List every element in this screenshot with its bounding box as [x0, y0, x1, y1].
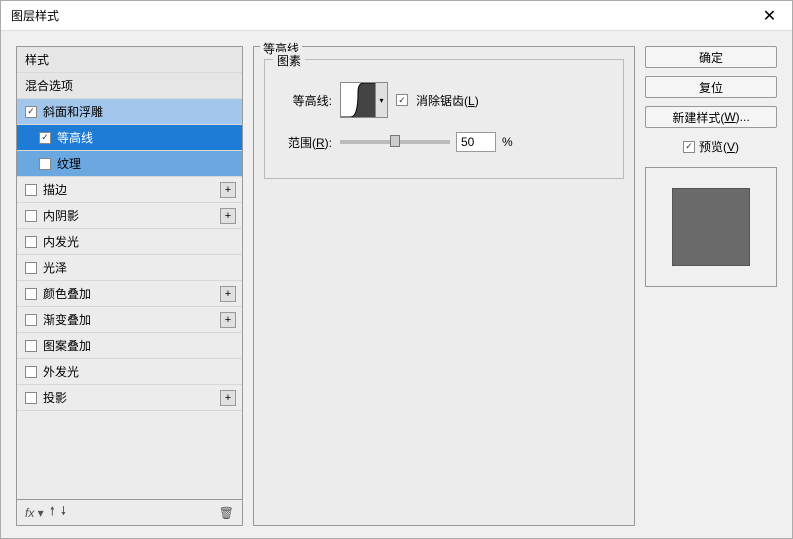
- bevel-label: 斜面和浮雕: [43, 103, 236, 120]
- close-button[interactable]: ✕: [747, 1, 792, 31]
- inner-shadow-label: 内阴影: [43, 207, 220, 224]
- range-input[interactable]: [456, 132, 496, 152]
- dialog-title: 图层样式: [11, 7, 59, 24]
- check-gradient-overlay[interactable]: [25, 314, 37, 326]
- add-drop-shadow-button[interactable]: +: [220, 390, 236, 406]
- elements-fieldset: 图素 等高线: ▾ 消除锯齿(L) 范围(R):: [264, 59, 624, 179]
- check-bevel[interactable]: [25, 106, 37, 118]
- preview-swatch: [672, 188, 750, 266]
- check-stroke[interactable]: [25, 184, 37, 196]
- pattern-overlay-label: 图案叠加: [43, 337, 236, 354]
- fieldset-title: 图素: [273, 52, 305, 69]
- add-inner-shadow-button[interactable]: +: [220, 208, 236, 224]
- percent-label: %: [502, 135, 513, 149]
- drop-shadow-label: 投影: [43, 389, 220, 406]
- row-texture[interactable]: 纹理: [17, 151, 242, 177]
- preview-checkbox[interactable]: [683, 141, 695, 153]
- reset-button[interactable]: 复位: [645, 76, 777, 98]
- antialias-label: 消除锯齿(L): [416, 92, 479, 109]
- row-inner-glow[interactable]: 内发光: [17, 229, 242, 255]
- styles-list: 样式 混合选项 斜面和浮雕 等高线 纹理: [16, 46, 243, 500]
- styles-footer: fx ▾ 🠕 🠗 🗑: [16, 500, 243, 526]
- trash-icon[interactable]: 🗑: [219, 506, 234, 520]
- check-color-overlay[interactable]: [25, 288, 37, 300]
- dialog-body: 样式 混合选项 斜面和浮雕 等高线 纹理: [1, 31, 792, 538]
- new-style-button[interactable]: 新建样式(W)...: [645, 106, 777, 128]
- add-color-overlay-button[interactable]: +: [220, 286, 236, 302]
- inner-glow-label: 内发光: [43, 233, 236, 250]
- slider-thumb-icon[interactable]: [390, 135, 400, 147]
- range-slider[interactable]: [340, 140, 450, 144]
- titlebar: 图层样式 ✕: [1, 1, 792, 31]
- antialias-checkbox[interactable]: [396, 94, 408, 106]
- row-outer-glow[interactable]: 外发光: [17, 359, 242, 385]
- settings-panel: 等高线 图素 等高线: ▾ 消除锯齿(L) 范围(R):: [253, 46, 635, 526]
- row-gradient-overlay[interactable]: 渐变叠加 +: [17, 307, 242, 333]
- check-drop-shadow[interactable]: [25, 392, 37, 404]
- layer-style-dialog: 图层样式 ✕ 样式 混合选项 斜面和浮雕 等高线: [0, 0, 793, 539]
- row-stroke[interactable]: 描边 +: [17, 177, 242, 203]
- move-up-icon[interactable]: 🠕: [50, 502, 55, 523]
- action-panel: 确定 复位 新建样式(W)... 预览(V): [645, 46, 777, 526]
- add-gradient-overlay-button[interactable]: +: [220, 312, 236, 328]
- move-down-icon[interactable]: 🠗: [61, 502, 66, 523]
- row-inner-shadow[interactable]: 内阴影 +: [17, 203, 242, 229]
- row-satin[interactable]: 光泽: [17, 255, 242, 281]
- preview-toggle[interactable]: 预览(V): [645, 138, 777, 155]
- row-styles-header[interactable]: 样式: [17, 47, 242, 73]
- row-color-overlay[interactable]: 颜色叠加 +: [17, 281, 242, 307]
- row-bevel-emboss[interactable]: 斜面和浮雕: [17, 99, 242, 125]
- outer-glow-label: 外发光: [43, 363, 236, 380]
- check-texture[interactable]: [39, 158, 51, 170]
- contour-field-label: 等高线:: [277, 92, 332, 109]
- check-pattern-overlay[interactable]: [25, 340, 37, 352]
- range-row: 范围(R): %: [277, 132, 611, 152]
- contour-label: 等高线: [57, 129, 236, 146]
- preview-box: [645, 167, 777, 287]
- contour-thumbnail[interactable]: [340, 82, 376, 118]
- satin-label: 光泽: [43, 259, 236, 276]
- styles-left-panel: 样式 混合选项 斜面和浮雕 等高线 纹理: [16, 46, 243, 526]
- styles-header-label: 样式: [25, 51, 236, 68]
- row-blend-options[interactable]: 混合选项: [17, 73, 242, 99]
- contour-dropdown-icon[interactable]: ▾: [376, 82, 388, 118]
- check-inner-shadow[interactable]: [25, 210, 37, 222]
- ok-button[interactable]: 确定: [645, 46, 777, 68]
- contour-row: 等高线: ▾ 消除锯齿(L): [277, 82, 611, 118]
- range-field-label: 范围(R):: [277, 134, 332, 151]
- preview-label: 预览(V): [699, 138, 739, 155]
- check-contour[interactable]: [39, 132, 51, 144]
- stroke-label: 描边: [43, 181, 220, 198]
- gradient-overlay-label: 渐变叠加: [43, 311, 220, 328]
- check-satin[interactable]: [25, 262, 37, 274]
- check-inner-glow[interactable]: [25, 236, 37, 248]
- row-contour[interactable]: 等高线: [17, 125, 242, 151]
- texture-label: 纹理: [57, 155, 236, 172]
- row-drop-shadow[interactable]: 投影 +: [17, 385, 242, 411]
- check-outer-glow[interactable]: [25, 366, 37, 378]
- color-overlay-label: 颜色叠加: [43, 285, 220, 302]
- fx-menu-icon[interactable]: fx ▾: [25, 506, 44, 520]
- add-stroke-button[interactable]: +: [220, 182, 236, 198]
- blend-options-label: 混合选项: [25, 77, 236, 94]
- row-pattern-overlay[interactable]: 图案叠加: [17, 333, 242, 359]
